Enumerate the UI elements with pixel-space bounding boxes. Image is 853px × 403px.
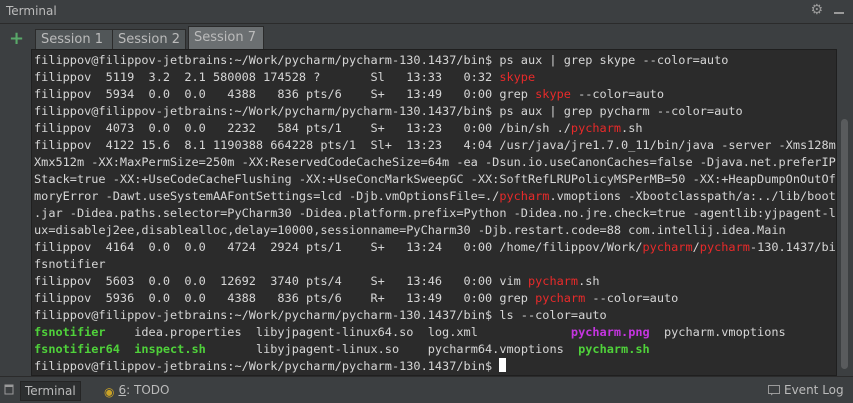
gear-icon[interactable]: ⚙ <box>810 2 823 18</box>
terminal-text: filippov 4073 0.0 0.0 2232 584 pts/1 S+ … <box>34 121 571 135</box>
terminal-text: filippov@filippov-jetbrains:~/Work/pycha… <box>34 104 743 118</box>
terminal-text: Stack=true -XX:+UseCodeCacheFlushing -XX… <box>34 172 837 186</box>
terminal-tool-button[interactable]: Terminal <box>20 381 81 401</box>
tab-session-1[interactable]: Session 1 <box>35 29 113 49</box>
terminal-line: fsnotifier idea.properties libyjpagent-l… <box>34 324 836 341</box>
terminal-text: -130.1437/bin/ <box>749 240 836 254</box>
terminal-line: filippov@filippov-jetbrains:~/Work/pycha… <box>34 358 836 375</box>
terminal-line: moryError -Dawt.useSystemAAFontSettings=… <box>34 188 836 205</box>
terminal-text: filippov 5603 0.0 0.0 12692 3740 pts/4 S… <box>34 274 528 288</box>
terminal-text: filippov 5936 0.0 0.0 4388 836 pts/6 R+ … <box>34 291 536 305</box>
tool-window-title: Terminal <box>6 4 57 18</box>
terminal-text: filippov@filippov-jetbrains:~/Work/pycha… <box>34 359 500 373</box>
terminal-tool-label: Terminal <box>25 384 76 398</box>
terminal-text: skype <box>499 70 536 84</box>
terminal-text: .vmoptions -Xbootclasspath/a:../lib/boot <box>549 189 836 203</box>
terminal-lines: filippov@filippov-jetbrains:~/Work/pycha… <box>34 52 837 375</box>
terminal-text: pycharm.png <box>570 325 650 339</box>
terminal-line: .jar -Didea.paths.selector=PyCharm30 -Di… <box>34 205 837 222</box>
terminal-text: pycharm <box>570 121 622 135</box>
terminal-line: filippov 5934 0.0 0.0 4388 836 pts/6 S+ … <box>34 86 836 103</box>
terminal-line: filippov@filippov-jetbrains:~/Work/pycha… <box>34 103 836 120</box>
terminal-text: filippov 5119 3.2 2.1 580008 174528 ? Sl… <box>34 70 500 84</box>
tool-window-header: Terminal ⚙ <box>0 0 853 24</box>
terminal-text: filippov 4164 0.0 0.0 4724 2924 pts/1 S+… <box>34 240 643 254</box>
terminal-text: filippov@filippov-jetbrains:~/Work/pycha… <box>34 53 729 67</box>
terminal-text: pycharm <box>535 291 586 305</box>
todo-tool-button[interactable]: ◉ 6: TODO <box>100 381 173 399</box>
terminal-line: Stack=true -XX:+UseCodeCacheFlushing -XX… <box>34 171 837 188</box>
session-tabs: Session 1 Session 2 Session 7 <box>31 24 853 49</box>
scrollbar-thumb[interactable] <box>841 119 848 369</box>
todo-label: : TODO <box>126 383 170 397</box>
terminal-line: filippov 5936 0.0 0.0 4388 836 pts/6 R+ … <box>34 290 836 307</box>
terminal-text: --color=auto <box>570 87 664 101</box>
terminal-text: .sh <box>578 274 600 288</box>
terminal-text: fsnotifier <box>34 325 106 339</box>
terminal-text: pycharm <box>699 240 750 254</box>
vertical-scrollbar[interactable] <box>837 49 853 376</box>
tab-session-2[interactable]: Session 2 <box>112 29 186 49</box>
terminal-toolbar: + <box>0 24 31 376</box>
status-bar: Terminal ◉ 6: TODO Event Log <box>0 376 853 403</box>
terminal-text: filippov@filippov-jetbrains:~/Work/pycha… <box>34 308 607 322</box>
terminal-text: filippov 4122 15.6 8.1 1190388 664228 pt… <box>34 138 837 152</box>
plus-icon[interactable]: + <box>9 30 24 48</box>
terminal-line: filippov@filippov-jetbrains:~/Work/pycha… <box>34 307 836 324</box>
terminal-text: idea.properties libyjpagent-linux64.so l… <box>105 325 571 339</box>
event-log-icon <box>768 383 780 401</box>
terminal-line: fsnotifier64 inspect.sh libyjpagent-linu… <box>34 341 836 358</box>
todo-mnemonic: 6 <box>118 383 127 397</box>
terminal-line: filippov@filippov-jetbrains:~/Work/pycha… <box>34 52 836 69</box>
terminal-line: Xmx512m -XX:MaxPermSize=250m -XX:Reserve… <box>34 154 837 171</box>
terminal-text: .jar -Didea.paths.selector=PyCharm30 -Di… <box>34 206 837 220</box>
terminal-output[interactable]: filippov@filippov-jetbrains:~/Work/pycha… <box>31 49 837 376</box>
terminal-line: filippov 4073 0.0 0.0 2232 584 pts/1 S+ … <box>34 120 836 137</box>
terminal-text: --color=auto <box>585 291 679 305</box>
event-log-button[interactable]: Event Log <box>764 381 848 399</box>
terminal-text: libyjpagent-linux.so pycharm64.vmoptions <box>205 342 579 356</box>
terminal-text: ux=disablej2ee,disablealloc,delay=10000,… <box>34 223 786 237</box>
event-log-label: Event Log <box>784 383 844 397</box>
terminal-text: pycharm <box>527 274 579 288</box>
terminal-text: filippov 5934 0.0 0.0 4388 836 pts/6 S+ … <box>34 87 536 101</box>
terminal-line: ux=disablej2ee,disablealloc,delay=10000,… <box>34 222 836 239</box>
terminal-cursor <box>499 358 507 372</box>
terminal-text: Xmx512m -XX:MaxPermSize=250m -XX:Reserve… <box>34 155 837 169</box>
terminal-text: skype <box>535 87 571 101</box>
terminal-icon[interactable] <box>0 381 18 399</box>
terminal-text: moryError -Dawt.useSystemAAFontSettings=… <box>34 189 500 203</box>
terminal-line: filippov 4122 15.6 8.1 1190388 664228 pt… <box>34 137 837 154</box>
terminal-text: fsnotifier <box>34 257 106 271</box>
terminal-text: pycharm <box>499 189 550 203</box>
hide-icon[interactable] <box>834 5 844 15</box>
terminal-line: fsnotifier <box>34 256 836 273</box>
todo-icon: ◉ <box>104 385 115 399</box>
terminal-text: .sh <box>621 121 643 135</box>
terminal-text: pycharm.sh <box>578 342 650 356</box>
terminal-text: / <box>692 240 700 254</box>
tab-session-7[interactable]: Session 7 <box>188 26 264 49</box>
terminal-line: filippov 4164 0.0 0.0 4724 2924 pts/1 S+… <box>34 239 836 256</box>
terminal-text: pycharm.vmoptions <box>649 325 786 339</box>
terminal-text: inspect.sh <box>134 342 206 356</box>
terminal-text: pycharm <box>642 240 693 254</box>
terminal-line: filippov 5603 0.0 0.0 12692 3740 pts/4 S… <box>34 273 836 290</box>
terminal-line: filippov 5119 3.2 2.1 580008 174528 ? Sl… <box>34 69 836 86</box>
terminal-text: fsnotifier64 <box>34 342 120 356</box>
